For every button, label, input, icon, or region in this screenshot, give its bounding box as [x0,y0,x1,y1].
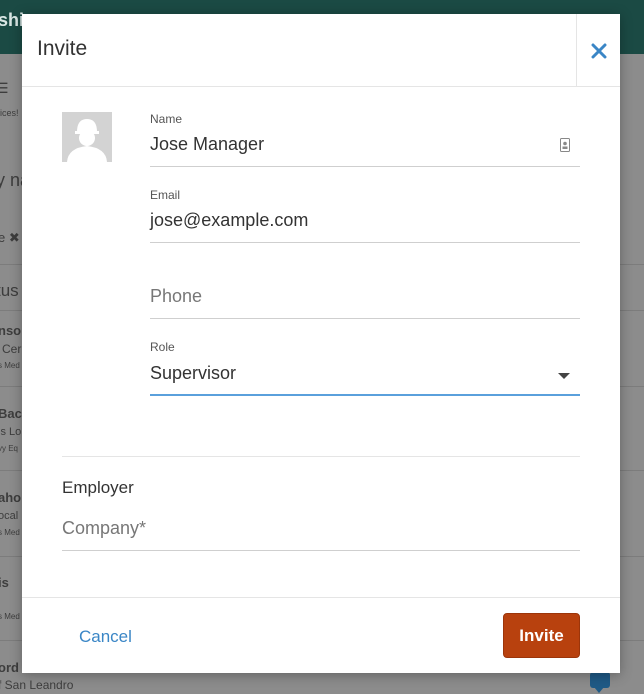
dialog-footer: Cancel Invite [22,597,620,673]
close-button[interactable] [576,14,620,86]
email-field[interactable]: Email jose@example.com [150,188,580,244]
dialog-header: Invite [22,14,620,87]
contact-card-icon[interactable] [560,138,570,152]
background-text: ord [0,660,19,675]
background-divider [620,556,644,557]
section-divider [62,456,580,457]
background-divider [0,386,22,387]
company-field[interactable]: Company* [62,514,580,552]
background-divider [620,640,644,641]
background-divider [0,264,22,265]
background-text: ices! [0,108,19,118]
invite-dialog: Invite Name Jose Manager Email jose@exam… [22,14,620,673]
email-underline [150,242,580,243]
background-divider [0,310,22,311]
background-text: f San Leandro [0,678,74,692]
background-divider [0,556,22,557]
background-divider [620,386,644,387]
role-underline [150,394,580,396]
background-divider [620,310,644,311]
invite-button[interactable]: Invite [503,613,580,658]
background-text: ls Lo [0,426,22,438]
avatar [62,112,112,162]
background-divider [620,264,644,265]
background-text: e ✖ [0,230,20,245]
user-silhouette-icon [62,112,112,162]
employer-heading: Employer [62,478,134,497]
background-text: s Med [0,612,20,621]
email-value[interactable]: jose@example.com [150,210,308,231]
background-text: Cer [2,342,22,356]
role-value[interactable]: Supervisor [150,363,236,384]
company-underline [62,550,580,551]
background-text: s Med [0,528,20,537]
chevron-down-icon[interactable] [558,373,570,379]
role-label: Role [150,340,175,354]
background-divider [0,470,22,471]
name-value[interactable]: Jose Manager [150,134,264,155]
background-divider [620,470,644,471]
name-underline [150,166,580,167]
company-placeholder[interactable]: Company* [62,518,146,539]
phone-placeholder[interactable]: Phone [150,286,202,307]
name-label: Name [150,112,183,126]
phone-underline [150,318,580,319]
background-text: tus [0,281,19,300]
background-text: aho [0,490,22,505]
close-icon [591,43,607,59]
email-label: Email [150,188,181,202]
list-icon: ☰ [0,80,9,96]
role-select[interactable]: Role Supervisor [150,340,580,396]
background-text: nso [0,323,22,338]
background-divider [0,640,22,641]
background-text: is [0,575,9,590]
dialog-title: Invite [37,37,88,60]
background-text: s Med [0,361,20,370]
cancel-button[interactable]: Cancel [79,627,132,647]
background-text: vy Eq [0,444,19,453]
chat-bubble-icon[interactable] [590,672,610,693]
phone-field[interactable]: Phone [150,264,580,320]
background-text: ocal [0,510,19,522]
name-field[interactable]: Name Jose Manager [150,112,580,168]
